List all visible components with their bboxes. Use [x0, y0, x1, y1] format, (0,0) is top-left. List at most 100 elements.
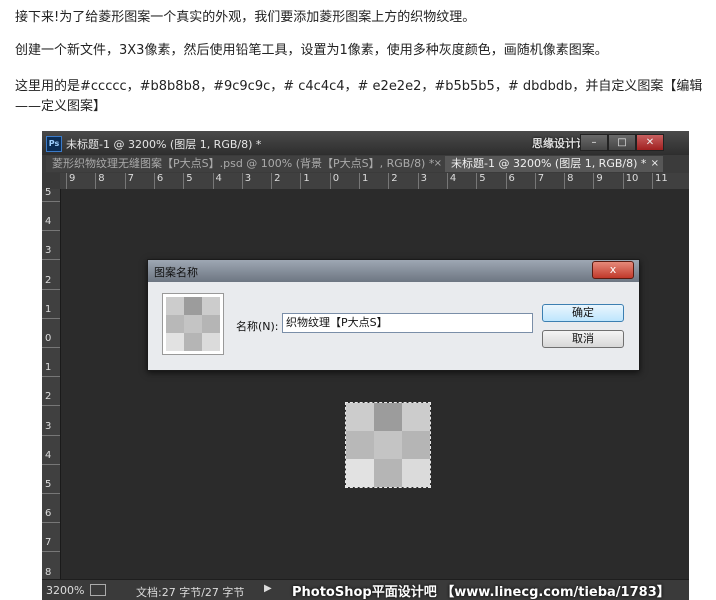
- ruler-label: 9: [596, 173, 603, 184]
- ruler-label: 7: [127, 173, 134, 184]
- photoshop-window: Ps 未标题-1 @ 3200% (图层 1, RGB/8) * 思缘设计论坛 …: [42, 131, 689, 600]
- ruler-label: 4: [45, 449, 52, 461]
- ruler-label: 9: [69, 173, 76, 184]
- tab-close-icon[interactable]: ×: [434, 156, 442, 172]
- minimize-icon[interactable]: –: [580, 134, 608, 151]
- status-menu-arrow-icon[interactable]: ▶: [264, 583, 272, 594]
- ruler-tick: [417, 173, 419, 189]
- ruler-tick: [153, 173, 155, 189]
- ruler-tick: [652, 173, 653, 189]
- ruler-tick: [564, 173, 566, 189]
- ruler-tick: [388, 173, 390, 189]
- ruler-tick: [593, 173, 595, 189]
- pattern-thumbnail: [162, 293, 224, 355]
- article-paragraph-3: 这里用的是#ccccc，#b8b8b8，#9c9c9c，# c4c4c4，# e…: [15, 79, 703, 94]
- ruler-tick: [446, 173, 448, 189]
- maximize-icon[interactable]: □: [608, 134, 636, 151]
- pattern-pixel: [374, 403, 402, 431]
- ruler-tick: [42, 201, 60, 202]
- pattern-name-dialog: 图案名称 x 名称(N): 织物纹理【P大点S】 确定 取消: [147, 259, 640, 371]
- ruler-label: 3: [420, 173, 427, 184]
- document-info-icon[interactable]: [90, 584, 106, 596]
- ruler-tick: [66, 173, 67, 189]
- tab-untitled-1[interactable]: 未标题-1 @ 3200% (图层 1, RGB/8) * ×: [445, 156, 663, 172]
- ruler-label: 2: [45, 274, 52, 286]
- pixel-pattern-selection[interactable]: [345, 402, 431, 488]
- pattern-pixel: [402, 431, 430, 459]
- dialog-title: 图案名称: [154, 266, 198, 279]
- window-title: 未标题-1 @ 3200% (图层 1, RGB/8) *: [66, 138, 262, 151]
- photoshop-logo-icon: Ps: [46, 136, 62, 152]
- ruler-tick: [42, 259, 60, 261]
- document-tab-bar: 菱形织物纹理无缝图案【P大点S】.psd @ 100% (背景【P大点S】, R…: [42, 155, 689, 174]
- thumbnail-pixel: [166, 297, 184, 315]
- ruler-tick: [42, 493, 60, 494]
- ruler-tick: [42, 463, 60, 465]
- ruler-tick: [42, 551, 60, 553]
- ruler-label: 2: [274, 173, 281, 184]
- cancel-button[interactable]: 取消: [542, 330, 624, 348]
- pattern-pixel: [346, 403, 374, 431]
- pattern-pixel: [402, 459, 430, 487]
- ruler-tick: [476, 173, 478, 189]
- ruler-label: 5: [479, 173, 486, 184]
- ruler-label: 1: [45, 362, 52, 374]
- pattern-name-input[interactable]: 织物纹理【P大点S】: [282, 313, 533, 333]
- ruler-label: 5: [45, 187, 52, 198]
- ruler-tick: [183, 173, 185, 189]
- ruler-label: 1: [362, 173, 369, 184]
- pattern-pixel: [374, 459, 402, 487]
- ruler-label: 3: [45, 245, 52, 257]
- thumbnail-pixel: [202, 333, 220, 351]
- ruler-tick: [212, 173, 214, 189]
- ruler-label: 5: [186, 173, 193, 184]
- tab-label: 未标题-1 @ 3200% (图层 1, RGB/8) *: [451, 157, 647, 170]
- vertical-ruler[interactable]: 5 4 3 2 1 0 1 2 3 4 5 6 7 8: [42, 187, 61, 582]
- article-paragraph-2: 创建一个新文件，3X3像素，然后使用铅笔工具，设置为1像素，使用多种灰度颜色，画…: [15, 43, 608, 58]
- thumbnail-pixel: [184, 297, 202, 315]
- ruler-label: 4: [449, 173, 457, 184]
- tab-close-icon[interactable]: ×: [651, 156, 659, 172]
- ruler-label: 2: [45, 391, 52, 403]
- ruler-tick: [271, 173, 273, 189]
- close-icon[interactable]: ✕: [636, 134, 664, 151]
- ruler-tick: [534, 173, 536, 189]
- thumbnail-pixel: [184, 333, 202, 351]
- ok-button[interactable]: 确定: [542, 304, 624, 322]
- ruler-label: 11: [655, 173, 668, 184]
- window-titlebar[interactable]: Ps 未标题-1 @ 3200% (图层 1, RGB/8) * 思缘设计论坛 …: [42, 131, 689, 155]
- article-paragraph-3-continued: ——定义图案】: [15, 99, 107, 114]
- dialog-titlebar[interactable]: 图案名称 x: [148, 260, 639, 282]
- ruler-tick: [124, 173, 126, 189]
- tab-label: 菱形织物纹理无缝图案【P大点S】.psd @ 100% (背景【P大点S】, R…: [52, 157, 435, 170]
- ruler-tick: [42, 230, 60, 232]
- canvas-area[interactable]: 图案名称 x 名称(N): 织物纹理【P大点S】 确定 取消: [61, 189, 689, 579]
- ruler-tick: [42, 347, 60, 348]
- status-bar: 3200% 文档:27 字节/27 字节 ▶ PhotoShop平面设计吧 【w…: [42, 579, 689, 600]
- ruler-label: 3: [244, 173, 252, 184]
- ruler-tick: [42, 317, 60, 319]
- ruler-label: 7: [45, 537, 52, 549]
- ruler-tick: [42, 405, 60, 407]
- thumbnail-pixel: [184, 315, 202, 333]
- ruler-label: 10: [625, 173, 639, 184]
- thumbnail-pixel: [202, 315, 220, 333]
- ruler-tick: [622, 173, 624, 189]
- ruler-label: 6: [156, 173, 164, 184]
- ruler-label: 1: [45, 303, 52, 315]
- ruler-label: 4: [215, 173, 222, 184]
- pattern-pixel: [346, 459, 374, 487]
- dialog-close-button[interactable]: x: [592, 261, 634, 279]
- ruler-label: 1: [303, 173, 310, 184]
- horizontal-ruler[interactable]: 9 8 7 6 5 4 3 2 1 0 1 2 3 4 5 6 7 8 9 10 11: [60, 173, 689, 190]
- article-paragraph-1: 接下来!为了给菱形图案一个真实的外观，我们要添加菱形图案上方的织物纹理。: [15, 10, 476, 25]
- zoom-level[interactable]: 3200%: [46, 584, 84, 597]
- thumbnail-pixel: [166, 333, 184, 351]
- ruler-label: 7: [537, 173, 545, 184]
- ruler-label: 2: [391, 173, 398, 184]
- pattern-pixel: [374, 431, 402, 459]
- tab-fabric-pattern-psd[interactable]: 菱形织物纹理无缝图案【P大点S】.psd @ 100% (背景【P大点S】, R…: [46, 156, 446, 172]
- ruler-label: 0: [45, 333, 52, 344]
- ruler-label: 6: [508, 173, 515, 184]
- thumbnail-pixel: [166, 315, 184, 333]
